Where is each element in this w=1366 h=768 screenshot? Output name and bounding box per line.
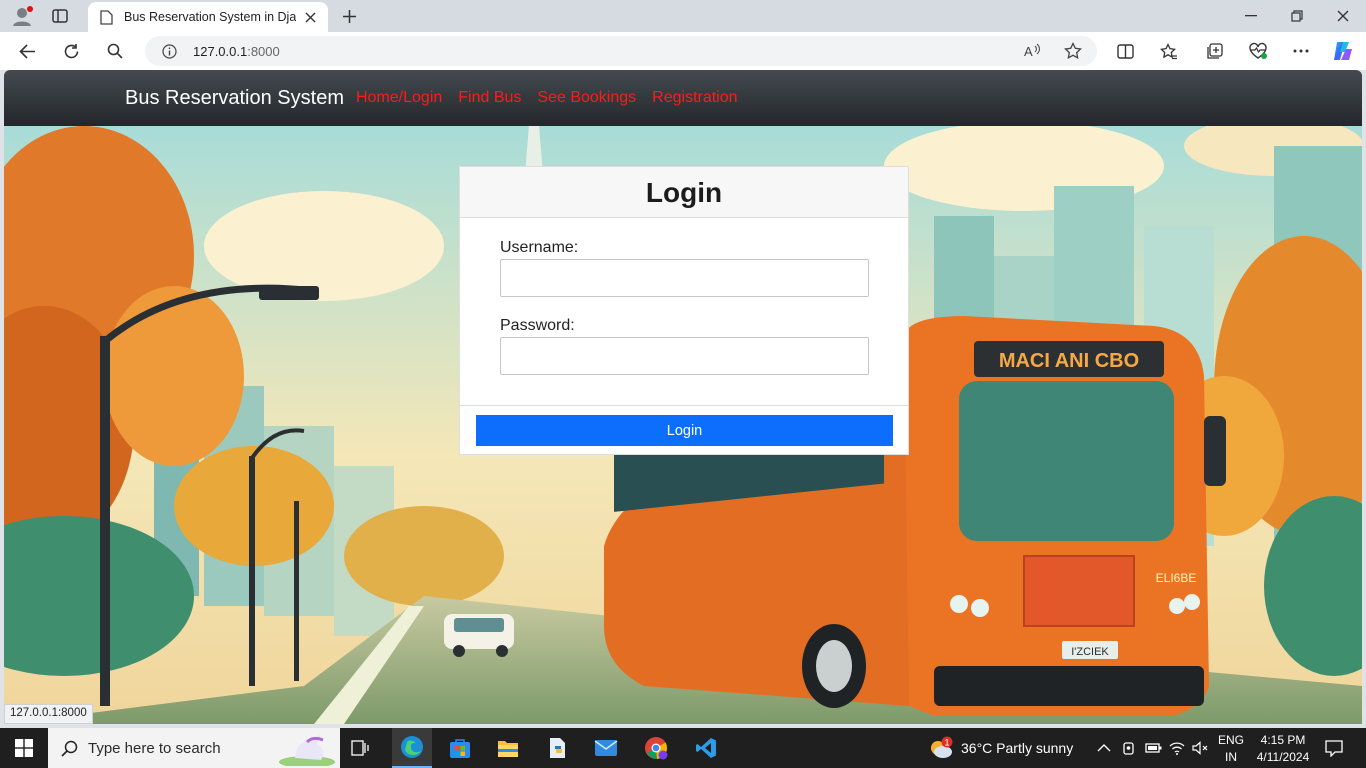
task-view-icon[interactable]: [346, 728, 374, 768]
weather-badge: 1: [944, 738, 949, 748]
username-label: Username:: [500, 239, 579, 256]
address-bar[interactable]: 127.0.0.1:8000 A: [145, 36, 1097, 66]
login-card: Login Username: Password: Login: [459, 166, 909, 455]
favorite-star-icon[interactable]: [1063, 41, 1083, 61]
login-card-header: Login: [460, 167, 908, 218]
active-tab[interactable]: Bus Reservation System in Djang: [88, 2, 328, 32]
mail-icon[interactable]: [586, 728, 626, 768]
clock-time: 4:15 PM: [1260, 733, 1306, 747]
copilot-icon[interactable]: [1330, 38, 1356, 64]
python-file-icon[interactable]: [538, 728, 578, 768]
browser-toolbar: 127.0.0.1:8000 A: [0, 32, 1366, 70]
system-clock[interactable]: 4:15 PM 4/11/2024: [1250, 733, 1316, 764]
tab-title: Bus Reservation System in Djang: [124, 10, 296, 24]
browser-tab-strip: Bus Reservation System in Djang: [0, 0, 1366, 32]
nav-link-registration[interactable]: Registration: [652, 89, 737, 107]
meet-now-icon[interactable]: [1120, 740, 1138, 756]
username-input[interactable]: [500, 259, 869, 297]
battery-icon[interactable]: [1144, 740, 1162, 756]
restore-icon[interactable]: [1286, 6, 1308, 26]
collections-icon[interactable]: [1203, 40, 1225, 62]
microsoft-store-icon[interactable]: [440, 728, 480, 768]
url-port: :8000: [247, 44, 280, 59]
more-menu-icon[interactable]: [1290, 40, 1312, 62]
top-navbar: Bus Reservation System Home/Login Find B…: [4, 70, 1362, 126]
bus-side-text: ELI6BE: [1156, 571, 1197, 585]
close-window-icon[interactable]: [1332, 6, 1354, 26]
weather-icon[interactable]: 1: [928, 736, 954, 760]
show-hidden-icons-icon[interactable]: [1096, 740, 1112, 756]
minimize-icon[interactable]: [1240, 6, 1262, 26]
status-bar-url: 127.0.0.1:8000: [4, 704, 93, 724]
read-aloud-icon[interactable]: A: [1023, 41, 1043, 61]
taskbar-search-box[interactable]: Type here to search: [48, 728, 340, 768]
url-text[interactable]: 127.0.0.1:8000: [193, 44, 280, 59]
login-button[interactable]: Login: [476, 415, 893, 446]
clock-date: 4/11/2024: [1256, 750, 1310, 764]
notifications-icon[interactable]: [1324, 738, 1344, 758]
navbar-brand[interactable]: Bus Reservation System: [125, 87, 344, 110]
refresh-icon[interactable]: [60, 40, 82, 62]
nav-link-see-bookings[interactable]: See Bookings: [537, 89, 636, 107]
site-info-icon[interactable]: [161, 43, 177, 59]
volume-muted-icon[interactable]: [1191, 740, 1209, 756]
taskbar-search-placeholder: Type here to search: [88, 740, 221, 757]
search-highlight-icon: [276, 730, 336, 766]
language-indicator[interactable]: ENG IN: [1213, 733, 1249, 764]
password-label: Password:: [500, 317, 575, 334]
windows-taskbar: Type here to search 1 36°C Partly sunny: [0, 728, 1366, 768]
login-title: Login: [645, 177, 723, 208]
password-input[interactable]: [500, 337, 869, 375]
wifi-icon[interactable]: [1168, 740, 1186, 756]
edge-taskbar-icon[interactable]: [392, 728, 432, 768]
page-icon: [98, 9, 114, 25]
svg-text:A: A: [1024, 44, 1033, 59]
new-tab-icon[interactable]: [338, 5, 360, 27]
favorites-icon[interactable]: [1158, 40, 1180, 62]
chrome-icon[interactable]: [636, 728, 676, 768]
page-viewport: Bus Reservation System Home/Login Find B…: [4, 70, 1362, 724]
start-button-icon[interactable]: [0, 728, 48, 768]
taskbar-search-icon: [60, 739, 78, 757]
tab-actions-icon[interactable]: [50, 6, 70, 26]
bus-sign-text: MACI ANI CBO: [999, 350, 1139, 372]
search-icon[interactable]: [104, 40, 126, 62]
login-form-body: Username: Password:: [460, 218, 908, 406]
profile-avatar-icon[interactable]: [10, 4, 34, 28]
nav-link-home-login[interactable]: Home/Login: [356, 89, 442, 107]
split-screen-icon[interactable]: [1114, 40, 1136, 62]
nav-link-find-bus[interactable]: Find Bus: [458, 89, 521, 107]
back-icon[interactable]: [16, 40, 38, 62]
file-explorer-icon[interactable]: [488, 728, 528, 768]
vscode-icon[interactable]: [686, 728, 726, 768]
url-host: 127.0.0.1: [193, 44, 248, 59]
region-code: IN: [1225, 750, 1237, 764]
language-code: ENG: [1217, 733, 1244, 747]
license-plate-text: I'ZCIEK: [1071, 646, 1109, 658]
close-tab-icon[interactable]: [302, 9, 318, 25]
nav-links: Home/Login Find Bus See Bookings Registr…: [356, 89, 738, 107]
weather-text[interactable]: 36°C Partly sunny: [961, 740, 1073, 756]
browser-essentials-icon[interactable]: [1247, 40, 1269, 62]
